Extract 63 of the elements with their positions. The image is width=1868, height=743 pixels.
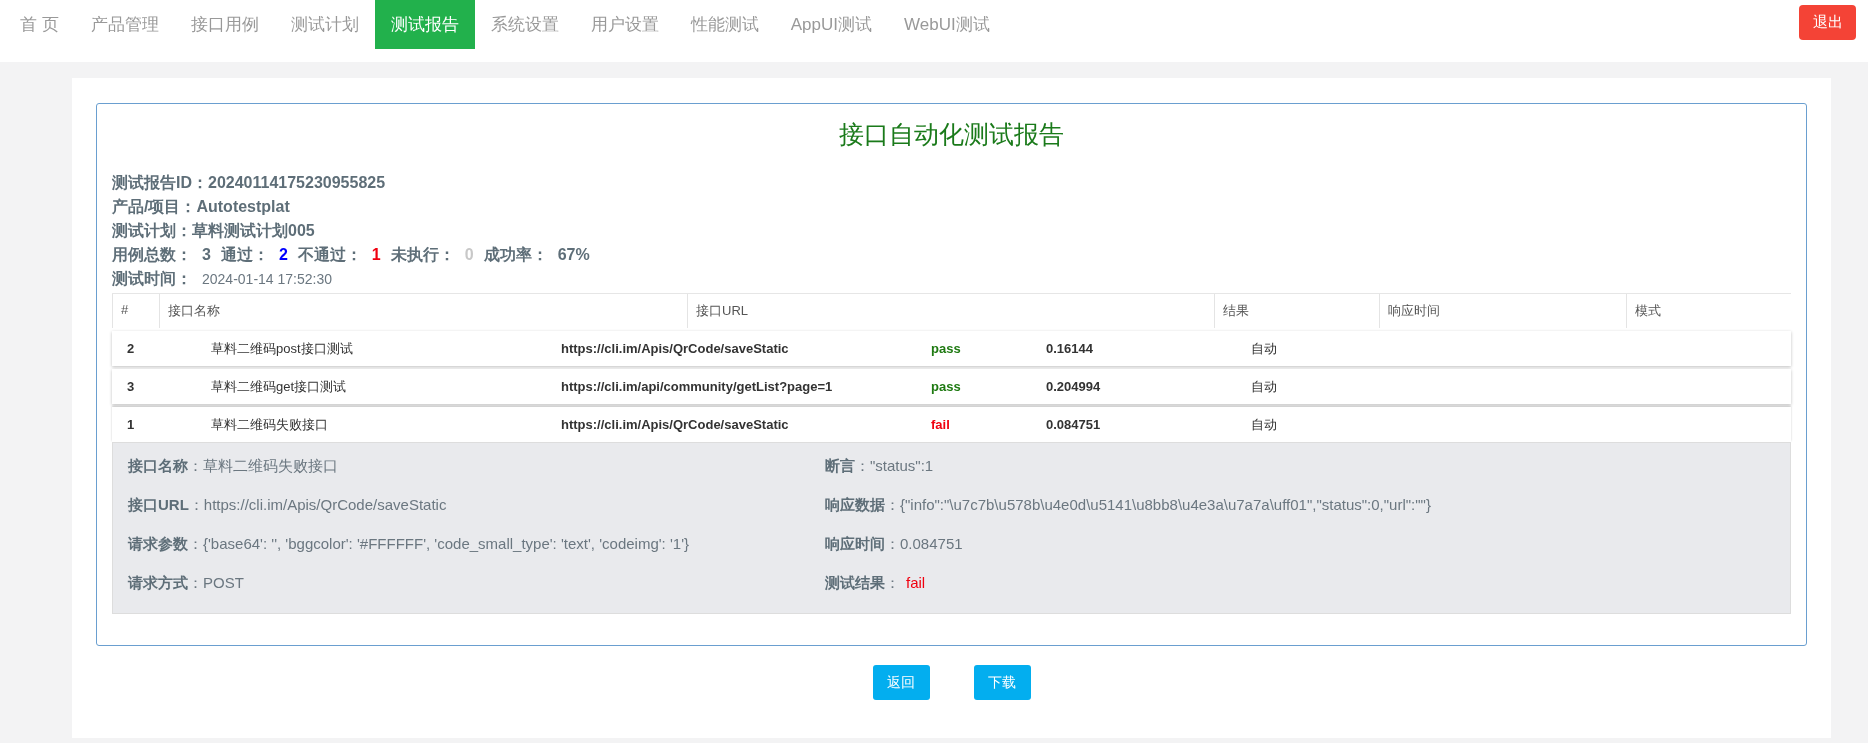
table-cell-text: 草料二维码get接口测试 [210,377,348,396]
summary-label: 未执行： [390,245,455,265]
table-cell-text: 1 [126,417,136,432]
table-cell-text: 0.204994 [1045,379,1102,394]
summary-count: 67% [557,245,590,265]
column-header: 响应时间 [1379,294,1626,328]
summary-count: 1 [371,245,381,265]
nav-tab[interactable]: 系统设置 [474,0,575,49]
detail-field: 断言："status":1 [825,457,1775,476]
nav-tab[interactable]: 测试报告 [374,0,475,49]
nav-tab[interactable]: 首 页 [4,0,75,49]
table-cell-text: 草料二维码post接口测试 [210,339,354,358]
column-header: 接口URL [687,294,1214,328]
table-cell-text: https://cli.im/api/community/getList?page=1 [560,379,834,394]
summary-count: 2 [278,245,288,265]
detail-field: 测试结果： fail [825,574,1775,593]
report-row[interactable]: 1 草料二维码失败接口 https://cli.im/Apis/QrCode/saveStatic fail 0.084751 自动 [112,407,1791,442]
nav-tab[interactable]: AppUI测试 [774,0,888,49]
detail-field: 请求方式：POST [128,574,825,593]
report-info-line: 测试报告ID：20240114175230955825 [112,173,387,193]
column-header: 模式 [1626,294,1791,328]
table-cell-text: 0.16144 [1045,341,1094,356]
column-header: 接口名称 [159,294,687,328]
report-info-line: 产品/项目：Autotestplat [112,197,291,217]
table-cell-text: 自动 [1250,377,1278,396]
table-cell-text: fail [930,417,951,432]
report-title: 接口自动化测试报告 [838,119,1065,150]
table-cell-text: 自动 [1250,415,1278,434]
table-cell-text: pass [930,341,962,356]
column-header: 结果 [1214,294,1379,328]
table-cell-text: https://cli.im/Apis/QrCode/saveStatic [560,341,790,356]
detail-field: 接口URL：https://cli.im/Apis/QrCode/saveStatic [128,496,825,515]
summary-label: 不通过： [297,245,362,265]
summary-count: 3 [202,245,211,265]
test-time-label: 测试时间： [112,269,192,289]
table-cell-text: 3 [126,379,136,394]
report-info-line: 测试计划：草料测试计划005 [112,221,316,241]
detail-field: 响应数据：{"info":"\u7c7b\u578b\u4e0d\u5141\u8bb8\u4e3a\u7a7a\uff01","status":0,"url":""} [825,496,1775,515]
detail-field: 响应时间：0.084751 [825,535,1775,554]
nav-tab[interactable]: 接口用例 [174,0,275,49]
nav-tab[interactable]: 性能测试 [674,0,775,49]
summary-label: 通过： [220,245,269,265]
nav-tab[interactable]: 用户设置 [574,0,675,49]
logout-button[interactable]: 退出 [1799,5,1856,40]
table-cell-text: 草料二维码失败接口 [210,415,329,434]
detail-field: 请求参数：{'base64': '', 'bggcolor': '#FFFFFF', 'code_small_type': 'text', 'codeimg': '1'} [128,535,825,554]
nav-tab[interactable]: 产品管理 [74,0,175,49]
summary-label: 用例总数： [112,245,192,265]
action-button[interactable]: 下载 [973,665,1031,700]
detail-field: 接口名称：草料二维码失败接口 [128,457,825,476]
report-row[interactable]: 3 草料二维码get接口测试 https://cli.im/api/community/getList?page=1 pass 0.204994 自动 [112,369,1791,404]
table-cell-text: 自动 [1250,339,1278,358]
report-row[interactable]: 2 草料二维码post接口测试 https://cli.im/Apis/QrCode/saveStatic pass 0.16144 自动 [112,331,1791,366]
table-cell-text: pass [930,379,962,394]
table-cell-text: https://cli.im/Apis/QrCode/saveStatic [560,417,790,432]
table-cell-text: 2 [126,341,136,356]
test-time-value: 2024-01-14 17:52:30 [202,270,332,289]
summary-label: 成功率： [483,245,548,265]
nav-tab[interactable]: WebUI测试 [888,0,1006,49]
nav-tab[interactable]: 测试计划 [274,0,375,49]
table-cell-text: 0.084751 [1045,417,1102,432]
action-button[interactable]: 返回 [872,665,930,700]
column-header: # [112,294,159,328]
